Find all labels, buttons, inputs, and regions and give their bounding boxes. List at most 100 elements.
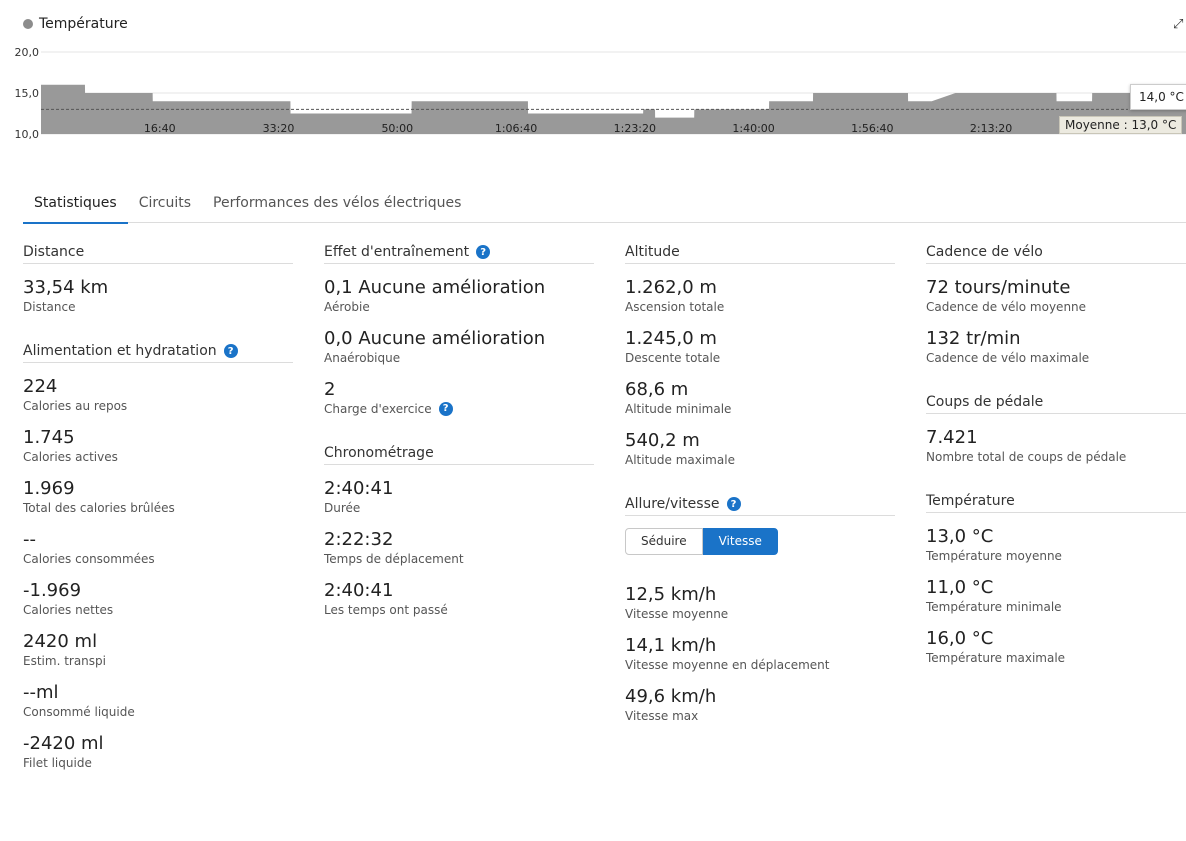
stat-item: 0,0 Aucune amélioration Anaérobique [324, 327, 594, 366]
stat-value: 49,6 km/h [625, 686, 717, 707]
stat-item: 16,0 °C Température maximale [926, 627, 1186, 666]
stat-label: Température maximale [926, 651, 1066, 665]
x-tick-label: 1:56:40 [851, 122, 893, 135]
stat-label: Descente totale [625, 351, 721, 365]
stat-value: 2420 ml [23, 631, 98, 652]
section-title-pedal-strokes: Coups de pédale [926, 393, 1186, 414]
stat-value: 1.262,0 m [625, 277, 717, 298]
x-tick-label: 1:06:40 [495, 122, 537, 135]
stat-value: 1.245,0 m [625, 328, 717, 349]
stat-value: 2:40:41 [324, 478, 394, 499]
stat-value: 2 [324, 379, 336, 400]
stat-item: -1.969 Calories nettes [23, 579, 293, 618]
tab-circuits[interactable]: Circuits [128, 186, 202, 222]
tab-ebike-performance[interactable]: Performances des vélos électriques [202, 186, 472, 222]
stat-value: 0,1 Aucune amélioration [324, 277, 546, 298]
stat-item: 2 Charge d'exercice? [324, 378, 594, 417]
section-title-altitude: Altitude [625, 243, 895, 264]
average-tooltip: Moyenne : 13,0 °C [1059, 116, 1183, 134]
section-title-distance: Distance [23, 243, 293, 264]
stat-value: 16,0 °C [926, 628, 994, 649]
x-tick-label: 2:13:20 [970, 122, 1012, 135]
stat-item: 2:22:32 Temps de déplacement [324, 528, 594, 567]
stat-item: 13,0 °C Température moyenne [926, 525, 1186, 564]
stat-item: 12,5 km/h Vitesse moyenne [625, 583, 895, 622]
stat-value: 72 tours/minute [926, 277, 1071, 298]
stat-value: -2420 ml [23, 733, 104, 754]
stat-label: Charge d'exercice? [324, 401, 594, 417]
stat-label: Nombre total de coups de pédale [926, 450, 1127, 464]
stat-label: Consommé liquide [23, 705, 135, 719]
stat-label: Ascension totale [625, 300, 725, 314]
stat-item: 14,1 km/h Vitesse moyenne en déplacement [625, 634, 895, 673]
y-tick-label: 10,0 [15, 128, 40, 141]
stat-item: 11,0 °C Température minimale [926, 576, 1186, 615]
section-title-text: Alimentation et hydratation [23, 343, 217, 359]
stat-label: Vitesse moyenne en déplacement [625, 658, 830, 672]
stat-value: 224 [23, 376, 58, 397]
stat-value: 2:22:32 [324, 529, 394, 550]
stat-label: Altitude maximale [625, 453, 735, 467]
x-tick-label: 1:23:20 [614, 122, 656, 135]
stat-item: 68,6 m Altitude minimale [625, 378, 895, 417]
toggle-speed-button[interactable]: Vitesse [702, 528, 778, 555]
x-tick-label: 16:40 [144, 122, 176, 135]
stat-value: --ml [23, 682, 59, 703]
stat-label: Estim. transpi [23, 654, 106, 668]
stat-value: 540,2 m [625, 430, 700, 451]
stat-label: Altitude minimale [625, 402, 732, 416]
section-title-text: Coups de pédale [926, 394, 1044, 410]
stat-item: -2420 ml Filet liquide [23, 732, 293, 771]
stat-item: 540,2 m Altitude maximale [625, 429, 895, 468]
stat-item: 1.969 Total des calories brûlées [23, 477, 293, 516]
stat-value: 14,1 km/h [625, 635, 717, 656]
stat-value: -- [23, 529, 36, 550]
stat-item: 0,1 Aucune amélioration Aérobie [324, 276, 594, 315]
stat-value: 33,54 km [23, 277, 109, 298]
toggle-pace-button[interactable]: Séduire [625, 528, 703, 555]
stat-item: --ml Consommé liquide [23, 681, 293, 720]
stat-label: Calories au repos [23, 399, 128, 413]
stat-label: Calories consommées [23, 552, 155, 566]
stat-item: 49,6 km/h Vitesse max [625, 685, 895, 724]
stat-item: 1.745 Calories actives [23, 426, 293, 465]
section-title-training-effect: Effet d'entraînement? [324, 243, 594, 264]
temperature-chart: Température ⤢ 20,0 15,0 10,0 16:40 33:20 50:0… [0, 0, 1186, 150]
stat-item: 72 tours/minute Cadence de vélo moyenne [926, 276, 1186, 315]
stat-label: Aérobie [324, 300, 370, 314]
stat-item: 2:40:41 Les temps ont passé [324, 579, 594, 618]
stats-column-3: Altitude 1.262,0 m Ascension totale 1.245… [625, 243, 895, 736]
section-title-timing: Chronométrage [324, 444, 594, 465]
y-tick-label: 20,0 [15, 46, 40, 59]
stat-item: 224 Calories au repos [23, 375, 293, 414]
section-title-text: Distance [23, 244, 85, 260]
tab-bar: Statistiques Circuits Performances des v… [23, 186, 1186, 224]
stat-item: 1.262,0 m Ascension totale [625, 276, 895, 315]
stat-value: 13,0 °C [926, 526, 994, 547]
stat-label: Filet liquide [23, 756, 92, 770]
stat-value: 11,0 °C [926, 577, 994, 598]
section-title-text: Température [926, 493, 1015, 509]
section-title-text: Allure/vitesse [625, 496, 720, 512]
stat-label: Température minimale [926, 600, 1062, 614]
stat-label: Température moyenne [926, 549, 1062, 563]
section-title-text: Effet d'entraînement [324, 244, 470, 260]
help-icon[interactable]: ? [726, 497, 741, 511]
stat-distance: 33,54 km Distance [23, 276, 293, 315]
help-icon[interactable]: ? [476, 245, 491, 259]
stat-item: 132 tr/min Cadence de vélo maximale [926, 327, 1186, 366]
help-icon[interactable]: ? [223, 344, 238, 358]
stat-item: 7.421 Nombre total de coups de pédale [926, 426, 1186, 465]
stat-label: Total des calories brûlées [23, 501, 175, 515]
section-title-text: Chronométrage [324, 445, 434, 461]
x-tick-label: 1:40:00 [732, 122, 774, 135]
help-icon[interactable]: ? [438, 402, 453, 416]
stats-column-2: Effet d'entraînement? 0,1 Aucune amélior… [324, 243, 594, 630]
stat-value: 1.969 [23, 478, 75, 499]
stat-value: 68,6 m [625, 379, 689, 400]
section-title-text: Cadence de vélo [926, 244, 1043, 260]
stat-label: Cadence de vélo moyenne [926, 300, 1087, 314]
temperature-chart-svg[interactable]: 20,0 15,0 10,0 16:40 33:20 50:00 1:06:40 1:23:2… [0, 0, 1186, 150]
section-title-cadence: Cadence de vélo [926, 243, 1186, 264]
tab-statistiques[interactable]: Statistiques [23, 186, 128, 224]
